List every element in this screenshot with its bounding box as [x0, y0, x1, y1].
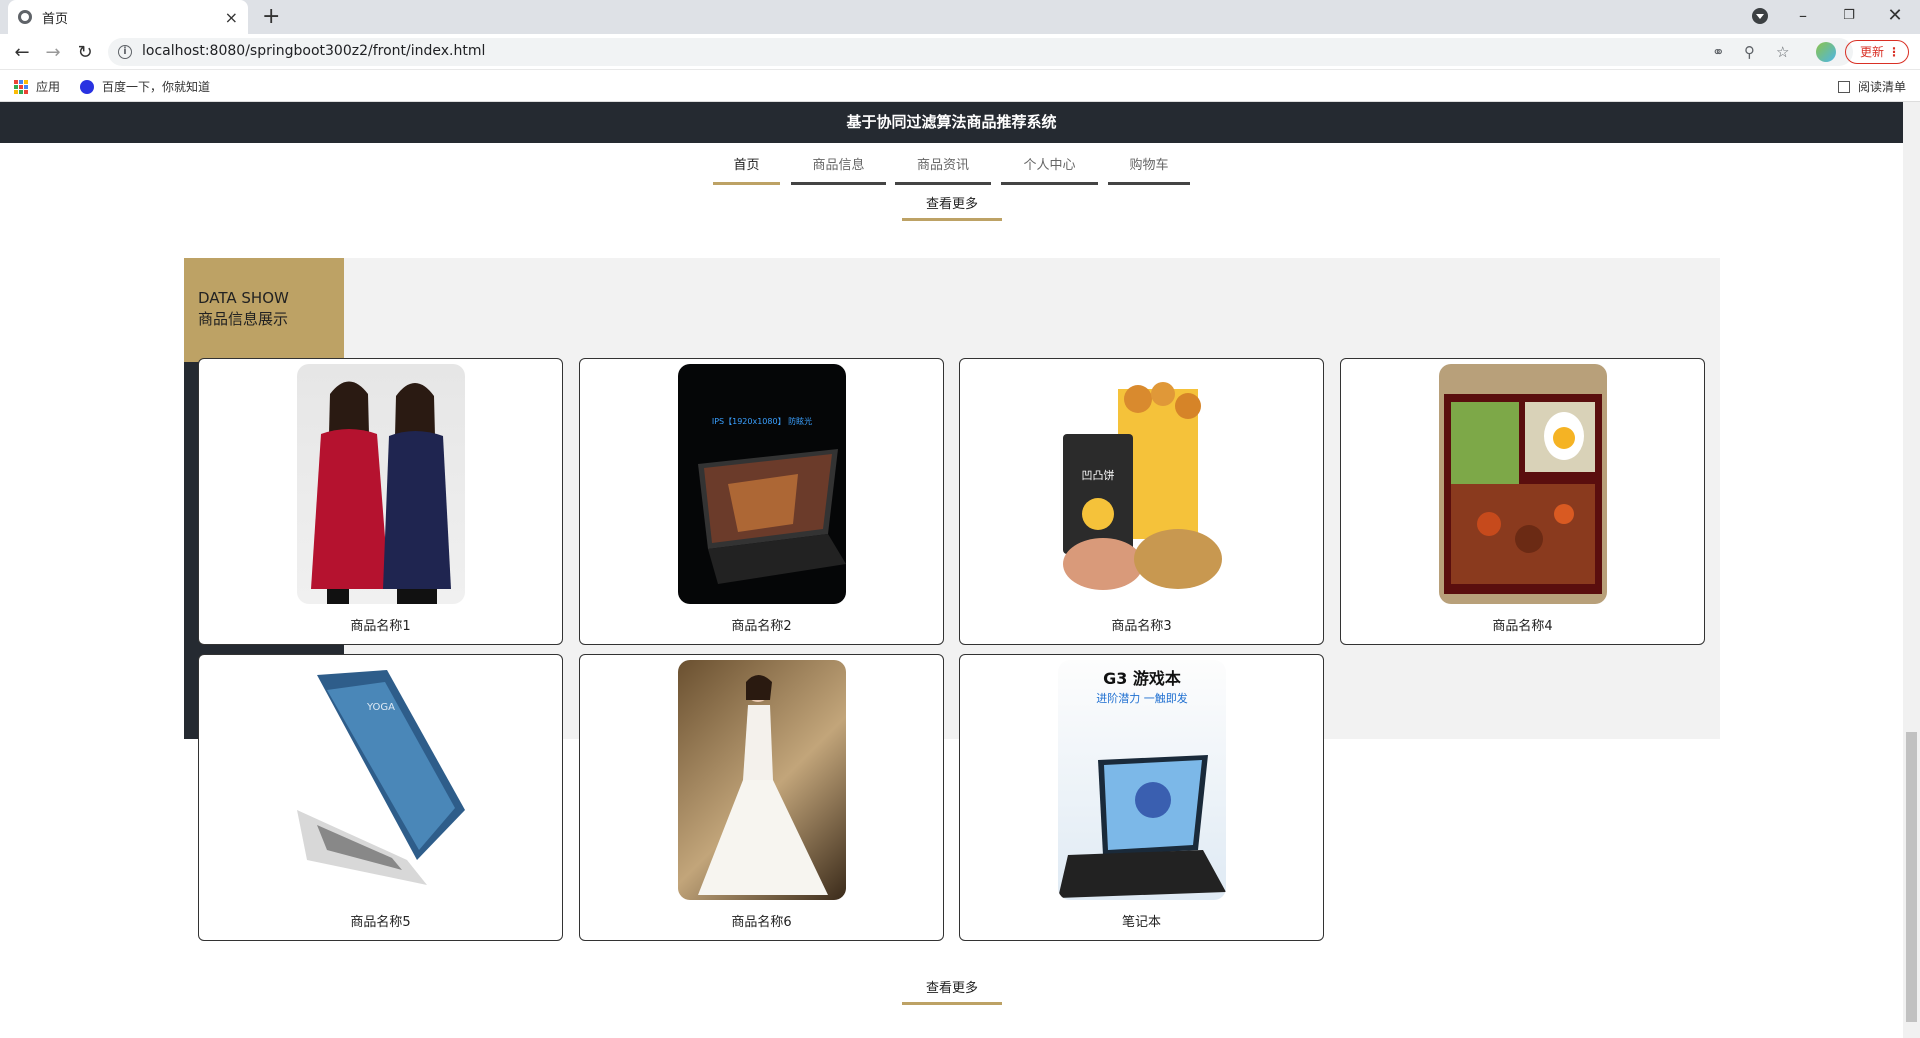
- product-image[interactable]: [678, 660, 846, 900]
- profile-avatar[interactable]: [1816, 42, 1836, 62]
- product-card[interactable]: IPS【1920x1080】 防眩光 商品名称2: [579, 358, 944, 645]
- product-card[interactable]: G3 游戏本 进阶潜力 一触即发 笔记本: [959, 654, 1324, 941]
- scrollbar-thumb[interactable]: [1906, 732, 1917, 1022]
- product-name[interactable]: 商品名称4: [1341, 615, 1704, 634]
- product-image[interactable]: YOGA: [297, 660, 465, 900]
- product-name[interactable]: 笔记本: [960, 911, 1323, 930]
- nav-home[interactable]: 首页: [713, 155, 780, 185]
- minimize-button[interactable]: –: [1780, 2, 1826, 30]
- product-image[interactable]: [1439, 364, 1607, 604]
- reading-list-icon: [1837, 80, 1850, 93]
- site-title: 基于协同过滤算法商品推荐系统: [0, 102, 1903, 143]
- back-icon[interactable]: ←: [9, 40, 35, 66]
- update-label: 更新: [1860, 45, 1885, 59]
- section-title-cn: 商品信息展示: [198, 310, 289, 328]
- bookmark-baidu[interactable]: 百度一下，你就知道: [80, 78, 210, 95]
- star-icon[interactable]: ☆: [1776, 43, 1789, 61]
- nav-product-news[interactable]: 商品资讯: [895, 155, 991, 185]
- nav-cart[interactable]: 购物车: [1108, 155, 1190, 185]
- globe-icon: [18, 10, 32, 24]
- restore-button[interactable]: ❐: [1826, 2, 1872, 30]
- product-image-text: G3 游戏本: [1103, 669, 1181, 688]
- forward-icon[interactable]: →: [40, 40, 66, 66]
- zoom-icon[interactable]: ⚲: [1744, 43, 1755, 61]
- product-image[interactable]: IPS【1920x1080】 防眩光: [678, 364, 846, 604]
- page-content: 基于协同过滤算法商品推荐系统 首页 商品信息 商品资讯 个人中心 购物车 查看更…: [0, 102, 1903, 1038]
- product-image[interactable]: 凹凸饼: [1058, 364, 1226, 604]
- product-card[interactable]: 商品名称6: [579, 654, 944, 941]
- menu-dots-icon: ⋮: [1888, 45, 1900, 59]
- section-title-box: DATA SHOW 商品信息展示: [184, 258, 344, 362]
- product-image-text: 凹凸饼: [1082, 468, 1115, 482]
- site-info-icon[interactable]: i: [118, 45, 132, 59]
- bookmarks-bar: 应用 百度一下，你就知道 阅读清单: [0, 70, 1920, 102]
- product-image-text: IPS【1920x1080】 防眩光: [712, 416, 812, 426]
- product-name[interactable]: 商品名称2: [580, 615, 943, 634]
- close-tab-icon[interactable]: ×: [225, 8, 238, 27]
- product-name[interactable]: 商品名称6: [580, 911, 943, 930]
- reading-list[interactable]: 阅读清单: [1837, 78, 1906, 95]
- product-name[interactable]: 商品名称1: [199, 615, 562, 634]
- tab-search-icon[interactable]: [1752, 8, 1768, 24]
- product-image[interactable]: G3 游戏本 进阶潜力 一触即发: [1058, 660, 1226, 900]
- key-icon[interactable]: ⚭: [1712, 43, 1725, 61]
- reload-icon[interactable]: ↻: [72, 40, 98, 66]
- reading-list-label: 阅读清单: [1857, 80, 1906, 94]
- view-more-link-bottom[interactable]: 查看更多: [902, 978, 1002, 1005]
- browser-toolbar: ← → ↻ i localhost:8080/springboot300z2/f…: [0, 34, 1920, 70]
- update-button[interactable]: 更新 ⋮: [1845, 40, 1909, 64]
- product-name[interactable]: 商品名称5: [199, 911, 562, 930]
- url-text[interactable]: localhost:8080/springboot300z2/front/ind…: [142, 43, 485, 59]
- apps-grid-icon: [14, 79, 28, 94]
- close-window-button[interactable]: ✕: [1872, 2, 1918, 30]
- main-nav: 首页 商品信息 商品资讯 个人中心 购物车: [0, 155, 1903, 185]
- page-scrollbar[interactable]: [1903, 102, 1920, 1038]
- address-bar[interactable]: i localhost:8080/springboot300z2/front/i…: [108, 38, 1853, 66]
- product-card[interactable]: 商品名称4: [1340, 358, 1705, 645]
- product-name[interactable]: 商品名称3: [960, 615, 1323, 634]
- product-card[interactable]: 商品名称1: [198, 358, 563, 645]
- product-card[interactable]: 凹凸饼 商品名称3: [959, 358, 1324, 645]
- tab-title: 首页: [42, 11, 69, 27]
- product-image[interactable]: [297, 364, 465, 604]
- nav-personal-center[interactable]: 个人中心: [1001, 155, 1098, 185]
- new-tab-button[interactable]: +: [262, 4, 280, 29]
- product-image-text: YOGA: [366, 702, 395, 713]
- bookmark-label: 应用: [36, 80, 61, 94]
- product-image-subtext: 进阶潜力 一触即发: [1096, 691, 1188, 705]
- nav-product-info[interactable]: 商品信息: [791, 155, 886, 185]
- browser-tab-bar: 首页 × + – ❐ ✕: [0, 0, 1920, 34]
- bookmark-label: 百度一下，你就知道: [102, 80, 211, 94]
- section-title-en: DATA SHOW: [198, 289, 289, 307]
- browser-tab[interactable]: 首页 ×: [8, 0, 248, 34]
- baidu-paw-icon: [80, 79, 94, 94]
- view-more-link[interactable]: 查看更多: [902, 194, 1002, 221]
- product-card[interactable]: YOGA 商品名称5: [198, 654, 563, 941]
- bookmark-apps[interactable]: 应用: [14, 78, 60, 95]
